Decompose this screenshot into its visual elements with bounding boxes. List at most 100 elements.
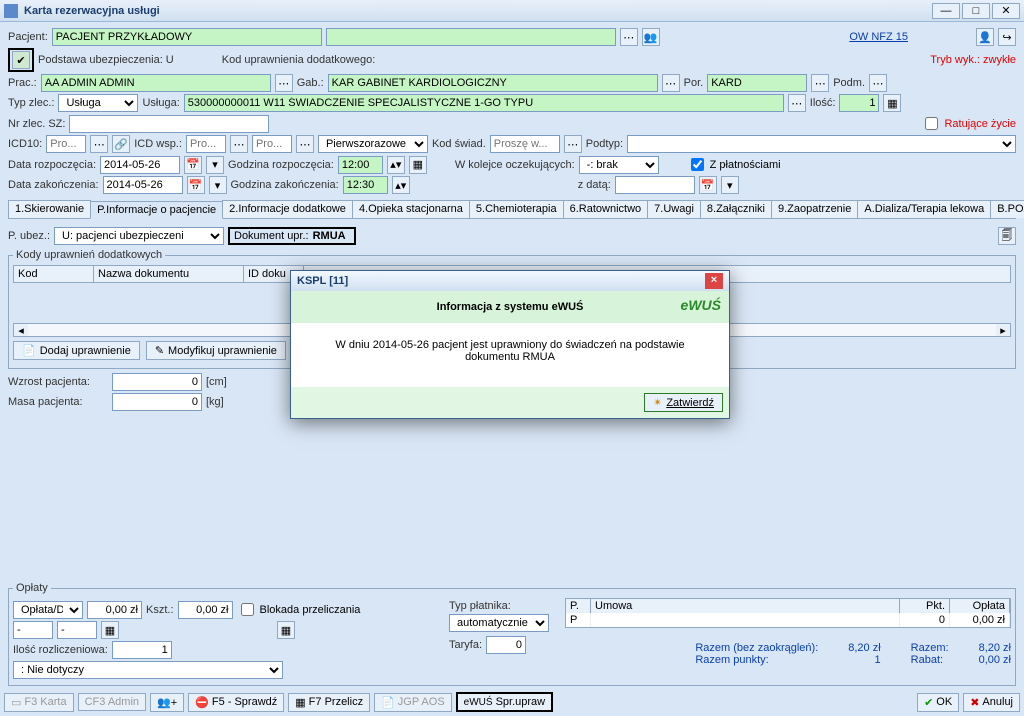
modyfikuj-button[interactable]: ✎Modyfikuj uprawnienie	[146, 341, 286, 360]
datazak-drop-icon[interactable]	[209, 176, 227, 194]
nrzlec-field[interactable]	[69, 115, 269, 133]
jgp-button[interactable]: 📄JGP AOS	[374, 693, 452, 712]
por-field[interactable]	[707, 74, 807, 92]
prac-field[interactable]	[41, 74, 271, 92]
opl-cal-icon[interactable]: ▦	[101, 621, 119, 639]
anuluj-button[interactable]: ✖Anuluj	[963, 693, 1020, 712]
tab-informacje-dodatkowe[interactable]: 2.Informacje dodatkowe	[222, 200, 353, 218]
podm-lookup-icon[interactable]: ⋯	[869, 74, 887, 92]
usluga-lookup-icon[interactable]: ⋯	[788, 94, 806, 112]
ilrozl-field[interactable]	[112, 641, 172, 659]
typplat-select[interactable]: automatycznie	[449, 614, 549, 632]
pierwszorazowe-select[interactable]: Pierwszorazowe	[318, 135, 428, 153]
kodswiad-field[interactable]	[490, 135, 560, 153]
icd10-lookup-icon[interactable]: ⋯	[90, 135, 108, 153]
masa-field[interactable]	[112, 393, 202, 411]
close-button[interactable]: ✕	[992, 3, 1020, 19]
zdata-drop-icon[interactable]	[721, 176, 739, 194]
doc-icon: 📄	[381, 696, 395, 709]
tab-zalaczniki[interactable]: 8.Załączniki	[700, 200, 772, 218]
tab-uwagi[interactable]: 7.Uwagi	[647, 200, 701, 218]
opl-b-field[interactable]	[57, 621, 97, 639]
f7-button[interactable]: ▦F7 Przelicz	[288, 693, 370, 712]
f5-button[interactable]: ⛔F5 - Sprawdź	[188, 693, 284, 712]
godzzak-field[interactable]	[343, 176, 388, 194]
podtyp-select[interactable]	[627, 135, 1016, 153]
ilosc-field[interactable]	[839, 94, 879, 112]
calendar-icon[interactable]: ▦	[409, 156, 427, 174]
tab-opieka-stacjonarna[interactable]: 4.Opieka stacjonarna	[352, 200, 470, 218]
wkolejce-select[interactable]: -: brak	[579, 156, 659, 174]
icdwsp1-field[interactable]	[186, 135, 226, 153]
maximize-button[interactable]: □	[962, 3, 990, 19]
adduser-button[interactable]: 👥+	[150, 693, 184, 712]
person-icon[interactable]: 👤	[976, 28, 994, 46]
gab-lookup-icon[interactable]: ⋯	[662, 74, 680, 92]
icd10-link-icon[interactable]: 🔗	[112, 135, 130, 153]
calc-icon: ▦	[295, 696, 305, 709]
usluga-field[interactable]	[184, 94, 784, 112]
datazak-field[interactable]	[103, 176, 183, 194]
datazak-cal-icon[interactable]: 📅	[187, 176, 205, 194]
wzrost-field[interactable]	[112, 373, 202, 391]
table-row[interactable]: P 0 0,00 zł	[566, 613, 1010, 627]
tab-chemioterapia[interactable]: 5.Chemioterapia	[469, 200, 564, 218]
zdata-field[interactable]	[615, 176, 695, 194]
opl-a-field[interactable]	[13, 621, 53, 639]
niedotyczy-select[interactable]: : Nie dotyczy	[13, 661, 283, 679]
kodswiad-lookup-icon[interactable]: ⋯	[564, 135, 582, 153]
patient-lookup-icon[interactable]: ⋯	[620, 28, 638, 46]
tab-poz[interactable]: B.POZ	[990, 200, 1024, 218]
f3karta-button[interactable]: ▭F3 Karta	[4, 693, 74, 712]
sprupraw-button[interactable]: eWUŚSpr.upraw	[456, 692, 553, 712]
datarozp-drop-icon[interactable]	[206, 156, 224, 174]
patient-field[interactable]	[52, 28, 322, 46]
icdwsp2-lookup-icon[interactable]: ⋯	[296, 135, 314, 153]
ratujace-checkbox[interactable]: Ratujące życie	[921, 114, 1016, 133]
datarozp-field[interactable]	[100, 156, 180, 174]
pubez-select[interactable]: U: pacjenci ubezpieczeni	[54, 227, 224, 245]
por-lookup-icon[interactable]: ⋯	[811, 74, 829, 92]
godzrozp-up-icon[interactable]: ▴▾	[387, 156, 405, 174]
patient-users-icon[interactable]: 👥	[642, 28, 660, 46]
zatwierdz-button[interactable]: ✴ Zatwierdź	[644, 393, 723, 412]
blokada-input[interactable]	[241, 603, 254, 616]
kszt-field[interactable]	[178, 601, 233, 619]
icd10-field[interactable]	[46, 135, 86, 153]
blokada-checkbox[interactable]: Blokada przeliczania	[237, 600, 361, 619]
tab-skierowanie[interactable]: 1.Skierowanie	[8, 200, 91, 218]
patient-extra-field[interactable]	[326, 28, 616, 46]
tab-zaopatrzenie[interactable]: 9.Zaopatrzenie	[771, 200, 858, 218]
ownfz-link[interactable]: OW NFZ 15	[849, 31, 908, 43]
taryfa-field[interactable]	[486, 636, 526, 654]
cf3admin-button[interactable]: CF3 Admin	[78, 693, 146, 711]
datarozp-cal-icon[interactable]: 📅	[184, 156, 202, 174]
zplat-input[interactable]	[691, 158, 704, 171]
exit-icon[interactable]: ↪	[998, 28, 1016, 46]
tab-informacje-o-pacjencie[interactable]: P.Informacje o pacjencie	[90, 201, 223, 219]
scroll-left-icon[interactable]: ◂	[14, 324, 28, 336]
zplat-checkbox[interactable]: Z płatnościami	[687, 155, 781, 174]
ok-button[interactable]: ✔OK	[917, 693, 959, 712]
scroll-right-icon[interactable]: ▸	[996, 324, 1010, 336]
gab-field[interactable]	[328, 74, 658, 92]
minimize-button[interactable]: —	[932, 3, 960, 19]
prac-lookup-icon[interactable]: ⋯	[275, 74, 293, 92]
docs-icon[interactable]: 🗐	[998, 227, 1016, 245]
typzlec-select[interactable]: Usługa	[58, 94, 138, 112]
zdata-cal-icon[interactable]: 📅	[699, 176, 717, 194]
dialog-close-icon[interactable]: ×	[705, 273, 723, 289]
godzzak-up-icon[interactable]: ▴▾	[392, 176, 410, 194]
icdwsp2-field[interactable]	[252, 135, 292, 153]
check-icon[interactable]: ✔	[12, 51, 30, 69]
ratujace-input[interactable]	[925, 117, 938, 130]
icdwsp1-lookup-icon[interactable]: ⋯	[230, 135, 248, 153]
godzrozp-field[interactable]	[338, 156, 383, 174]
opl-grid-icon[interactable]: ▦	[277, 621, 295, 639]
opl-zl-field[interactable]	[87, 601, 142, 619]
ilosc-stepper-icon[interactable]: ▦	[883, 94, 901, 112]
dodaj-button[interactable]: 📄Dodaj uprawnienie	[13, 341, 140, 360]
tab-ratownictwo[interactable]: 6.Ratownictwo	[563, 200, 649, 218]
tab-dializa[interactable]: A.Dializa/Terapia lekowa	[857, 200, 991, 218]
opldata-select[interactable]: Opłata/Da	[13, 601, 83, 619]
